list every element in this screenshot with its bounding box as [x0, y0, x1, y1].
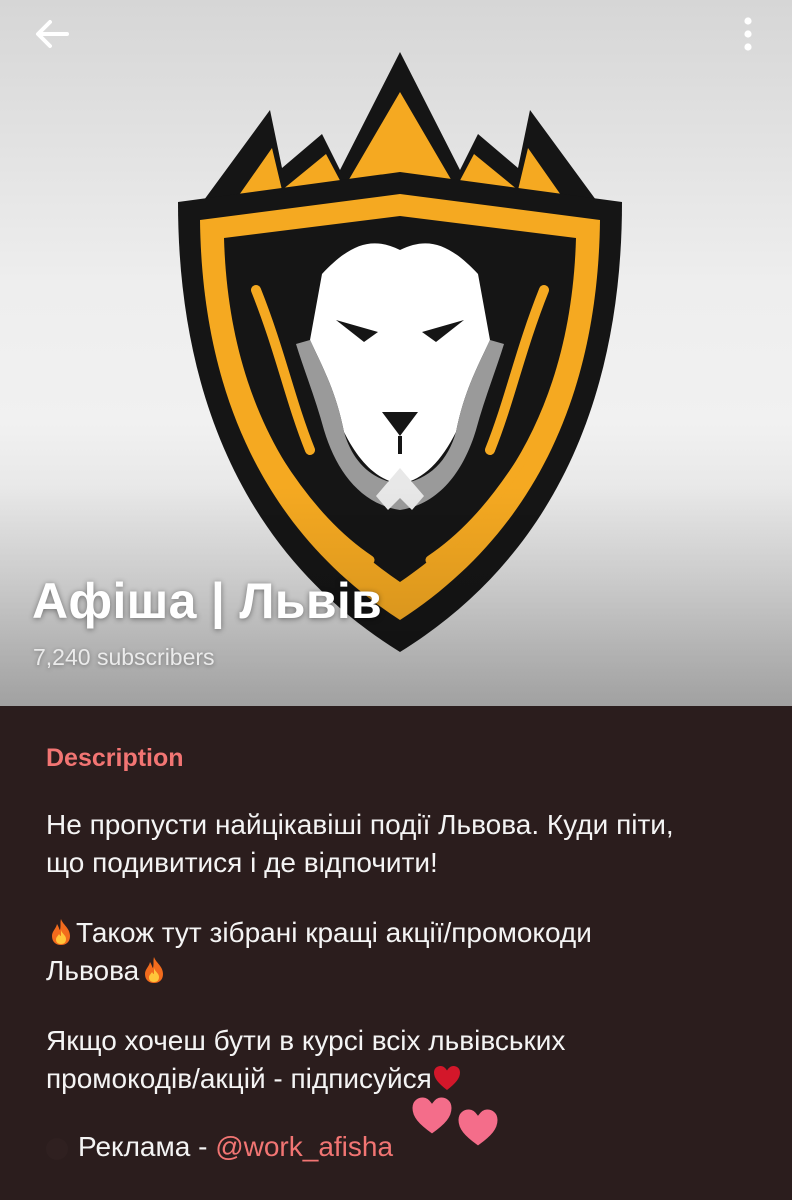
fire-emoji-icon: [145, 956, 164, 983]
ad-contact-link[interactable]: @work_afisha: [215, 1131, 393, 1162]
description-line: промокодів/акцій - підписуйся: [46, 1063, 432, 1094]
subscriber-count: 7,240 subscribers: [33, 644, 215, 670]
description-paragraph-2: Також тут зібрані кращі акції/промокоди …: [46, 914, 776, 990]
description-paragraph-3: Якщо хочеш бути в курсі всіх львівських …: [46, 1022, 776, 1098]
description-line: Також тут зібрані кращі акції/промокоди: [76, 917, 592, 948]
description-line-with-emoji: Також тут зібрані кращі акції/промокоди: [46, 914, 776, 952]
bullet-icon: [46, 1137, 68, 1160]
fire-emoji-icon: [52, 918, 70, 945]
red-heart-emoji-icon: [433, 1065, 460, 1090]
description-line: Львова: [46, 955, 140, 986]
description-paragraph-1: Не пропусти найцікавіші події Львова. Ку…: [46, 806, 776, 882]
description-line-with-emoji: Львова: [46, 952, 776, 990]
ad-prefix: Реклама -: [78, 1131, 216, 1162]
description-label: Description: [46, 744, 184, 772]
more-vertical-icon: [744, 17, 752, 51]
channel-title: Афіша | Львів: [32, 573, 383, 629]
description-line: Не пропусти найцікавіші події Львова. Ку…: [46, 809, 674, 840]
lion-crown-shield-logo: [178, 52, 622, 652]
channel-header: Афіша | Львів 7,240 subscribers: [0, 0, 792, 706]
back-button[interactable]: [20, 10, 84, 58]
arrow-left-icon: [36, 20, 69, 48]
ad-line: Реклама - @work_afisha: [46, 1128, 776, 1166]
channel-info: Description Не пропусти найцікавіші поді…: [0, 706, 792, 1200]
description-line: що подивитися і де відпочити!: [46, 847, 438, 878]
more-options-button[interactable]: [724, 10, 772, 58]
ad-line-text: Реклама - @work_afisha: [46, 1128, 776, 1166]
description-line: Якщо хочеш бути в курсі всіх львівських: [46, 1025, 566, 1056]
